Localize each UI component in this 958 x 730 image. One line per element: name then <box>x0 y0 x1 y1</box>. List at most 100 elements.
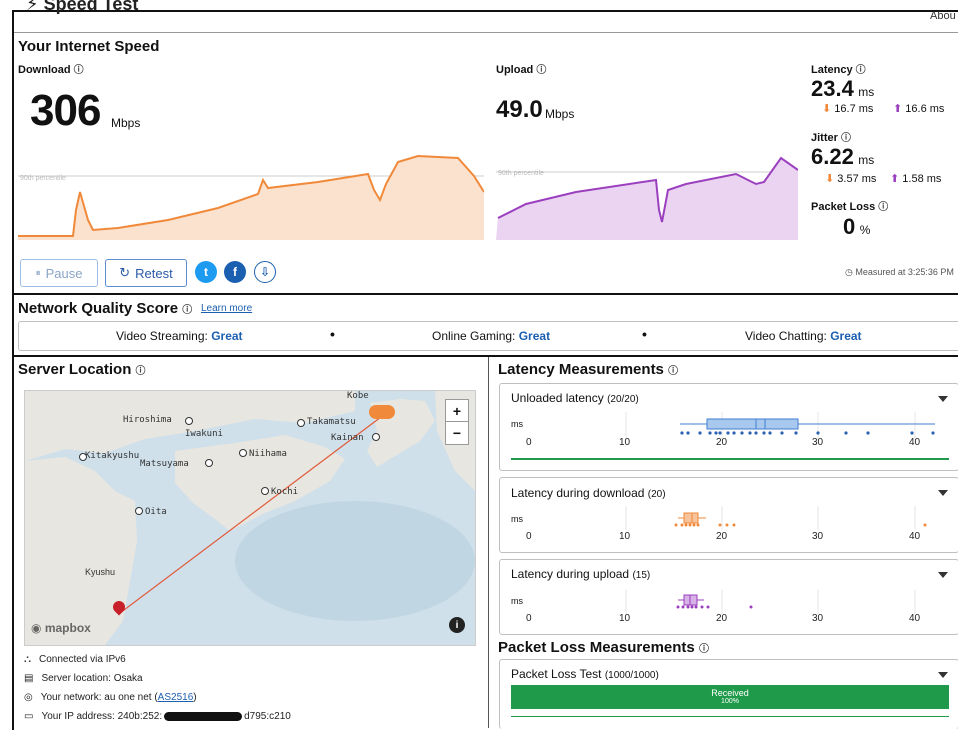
download-results-icon[interactable]: ⇩ <box>254 261 276 283</box>
packet-loss-value: 0 <box>843 214 856 239</box>
info-icon[interactable]: ⓘ <box>536 65 546 76</box>
tick-label: 20 <box>716 437 728 448</box>
network-row: ◎ Your network: au one net (AS2516) <box>24 692 197 703</box>
city-marker <box>205 459 213 467</box>
latency-value-row: 23.4 ms <box>811 76 874 102</box>
info-icon[interactable]: ⓘ <box>699 644 709 655</box>
city-marker <box>239 449 247 457</box>
tick-label: 10 <box>619 437 631 448</box>
quality-title: Network Quality Score ⓘ <box>18 300 193 317</box>
map-label: Kyushu <box>85 567 116 577</box>
pin-icon: ◎ <box>24 692 33 703</box>
map-label: Kitakyushu <box>85 451 140 461</box>
section-title-speed: Your Internet Speed <box>18 38 160 55</box>
map-label: Iwakuni <box>185 429 223 439</box>
facebook-share-icon[interactable]: f <box>224 261 246 283</box>
download-label: Download ⓘ <box>18 64 84 76</box>
info-icon[interactable]: ⓘ <box>841 133 851 144</box>
info-icon[interactable]: ⓘ <box>182 305 192 316</box>
info-icon[interactable]: ⓘ <box>668 366 678 377</box>
attribution-info-icon[interactable]: i <box>449 617 465 633</box>
map-label: Hiroshima <box>123 415 172 425</box>
packet-loss-label: Packet Loss ⓘ <box>811 201 889 213</box>
info-icon[interactable]: ⓘ <box>74 65 84 76</box>
tick-label: 20 <box>716 531 728 542</box>
map-label: Kainan <box>331 433 364 443</box>
download-arrow-icon: ⬇ <box>822 103 832 115</box>
clock-icon: ◷ <box>845 267 853 277</box>
tick-label: 30 <box>812 531 824 542</box>
zoom-out-button[interactable]: − <box>445 421 469 445</box>
map-label: Niihama <box>249 449 287 459</box>
tick-label: 40 <box>909 531 921 542</box>
packet-loss-title: Packet Loss Measurements ⓘ <box>498 639 709 656</box>
packet-loss-unit: % <box>859 223 871 237</box>
column-divider <box>488 357 489 728</box>
ip-icon: ▭ <box>24 711 34 722</box>
city-marker <box>297 419 305 427</box>
tick-label: 40 <box>909 613 921 624</box>
city-marker <box>261 487 269 495</box>
jitter-label: Jitter ⓘ <box>811 132 851 144</box>
upload-arrow-icon: ⬆ <box>893 103 903 115</box>
twitter-share-icon[interactable]: t <box>195 261 217 283</box>
server-map[interactable]: Hiroshima Iwakuni Takamatsu Kobe Kainan … <box>24 390 476 646</box>
packet-loss-value-row: 0 % <box>843 214 870 240</box>
upload-chart <box>496 156 798 240</box>
map-label: Kobe <box>347 391 369 401</box>
upload-arrow-icon: ⬆ <box>890 173 900 185</box>
asn-link[interactable]: AS2516 <box>158 692 194 703</box>
tick-label: 0 <box>526 437 532 448</box>
latency-value: 23.4 <box>811 76 854 101</box>
upload-unit: Mbps <box>545 107 575 121</box>
pause-button[interactable]: ⏸ Pause <box>20 259 98 287</box>
chevron-down-icon[interactable] <box>938 490 948 496</box>
city-marker <box>79 453 87 461</box>
tick-label: 10 <box>619 531 631 542</box>
learn-more-link[interactable]: Learn more <box>201 303 252 314</box>
server-location-row: ▤ Server location: Osaka <box>24 673 143 684</box>
map-label: Matsuyama <box>140 459 189 469</box>
chevron-down-icon[interactable] <box>938 396 948 402</box>
info-icon[interactable]: ⓘ <box>856 65 866 76</box>
jitter-value: 6.22 <box>811 144 854 169</box>
tick-label: 30 <box>812 613 824 624</box>
jitter-down: ⬇ 3.57 ms <box>825 173 877 185</box>
info-icon[interactable]: ⓘ <box>136 366 146 377</box>
quality-video-streaming: Video Streaming: Great <box>116 329 243 343</box>
received-percent: 100% <box>721 698 739 705</box>
separator-dot: • <box>642 326 647 342</box>
mapbox-icon: ◉ <box>31 621 42 635</box>
chevron-down-icon[interactable] <box>938 572 948 578</box>
about-link[interactable]: Abou <box>930 10 956 22</box>
download-latency-label: Latency during download (20) <box>511 486 666 500</box>
download-unit: Mbps <box>111 116 141 130</box>
separator-dot: • <box>330 326 335 342</box>
latency-label: Latency ⓘ <box>811 64 866 76</box>
tick-label: 20 <box>716 613 728 624</box>
retest-button[interactable]: ↻ Retest <box>105 259 187 287</box>
download-chart <box>18 154 484 240</box>
app-title: ⚡ Speed Test <box>26 0 138 15</box>
jitter-up: ⬆ 1.58 ms <box>890 173 942 185</box>
connected-row: ⛬ Connected via IPv6 <box>24 654 126 665</box>
latency-up: ⬆ 16.6 ms <box>893 103 945 115</box>
ip-row: ▭ Your IP address: 240b:252: d795:c210 <box>24 711 291 722</box>
network-icon: ⛬ <box>24 654 31 665</box>
zoom-in-button[interactable]: + <box>445 399 469 423</box>
city-marker <box>372 433 380 441</box>
title-divider <box>14 32 958 33</box>
server-cloud-icon <box>369 405 395 419</box>
download-arrow-icon: ⬇ <box>825 173 835 185</box>
server-title: Server Location ⓘ <box>18 361 146 378</box>
chevron-down-icon[interactable] <box>938 672 948 678</box>
upload-value: 49.0 <box>496 96 543 123</box>
speed-divider <box>14 293 958 295</box>
map-label: Oita <box>145 507 167 517</box>
map-label: Takamatsu <box>307 417 356 427</box>
city-marker <box>135 507 143 515</box>
info-icon[interactable]: ⓘ <box>878 202 888 213</box>
pause-icon: ⏸ <box>35 267 41 279</box>
packet-loss-test-label: Packet Loss Test (1000/1000) <box>511 667 659 681</box>
city-marker <box>185 417 193 425</box>
